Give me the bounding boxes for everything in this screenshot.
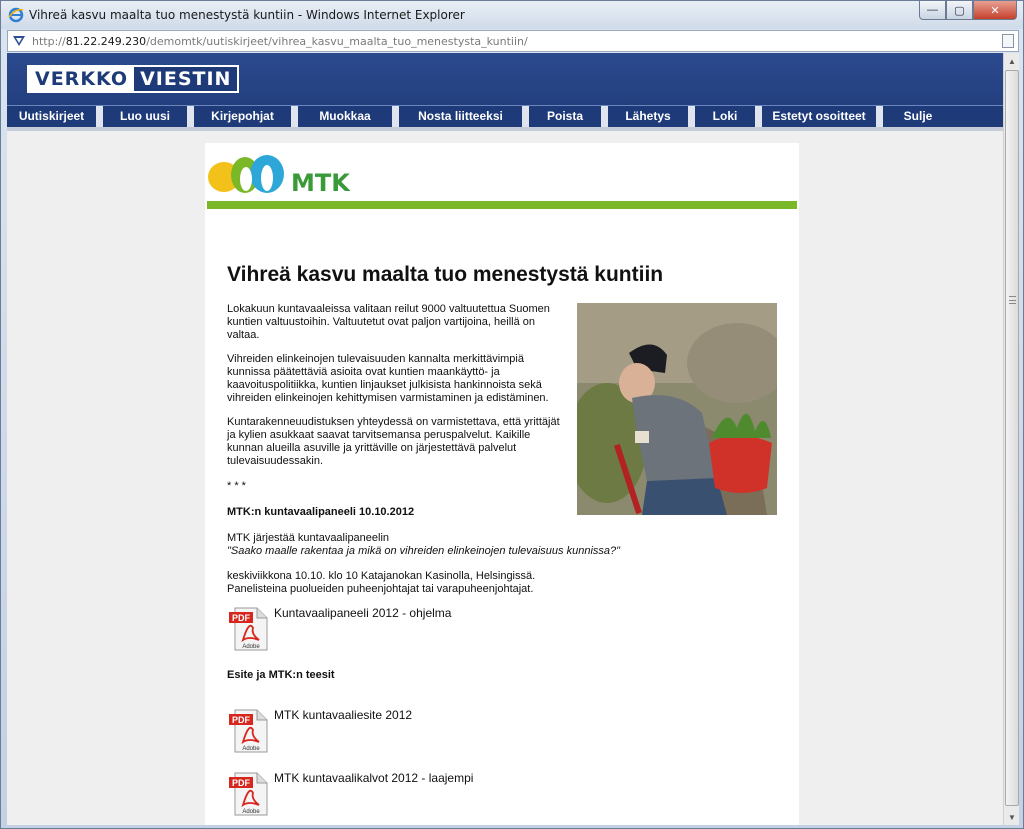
menu-muokkaa[interactable]: Muokkaa xyxy=(298,106,399,127)
menu-loki[interactable]: Loki xyxy=(695,106,762,127)
site-icon xyxy=(13,36,25,46)
window-controls: — ▢ ✕ xyxy=(919,1,1017,21)
svg-text:Adobe: Adobe xyxy=(242,746,260,752)
page-viewport: VERKKO VIESTIN Uutiskirjeet Luo uusi Kir… xyxy=(7,53,1003,825)
scroll-grip-icon xyxy=(1009,296,1016,304)
newsletter-headline: Vihreä kasvu maalta tuo menestystä kunti… xyxy=(227,263,664,286)
maximize-icon: ▢ xyxy=(954,4,965,17)
article-intro: Lokakuun kuntavaaleissa valitaan reilut … xyxy=(227,303,563,342)
menu-uutiskirjeet[interactable]: Uutiskirjeet xyxy=(7,106,103,127)
article-body-2: Vihreiden elinkeinojen tulevaisuuden kan… xyxy=(227,353,563,405)
vertical-scrollbar[interactable]: ▲ ▼ xyxy=(1003,53,1019,825)
panel-intro: MTK järjestää kuntavaalipaneelin "Saako … xyxy=(227,532,647,558)
attachment-label[interactable]: MTK kuntavaaliesite 2012 xyxy=(274,708,412,722)
panel-heading: MTK:n kuntavaalipaneeli 10.10.2012 xyxy=(227,506,415,518)
menu-underline xyxy=(7,127,1003,131)
menu-kirjepohjat[interactable]: Kirjepohjat xyxy=(194,106,298,127)
scroll-down-arrow-icon[interactable]: ▼ xyxy=(1004,809,1020,825)
compatibility-view-icon[interactable] xyxy=(1002,34,1014,48)
article-body-3: Kuntarakenneuudistuksen yhteydessä on va… xyxy=(227,416,563,468)
svg-text:PDF: PDF xyxy=(232,778,251,788)
pdf-icon: PDF Adobe xyxy=(229,709,268,753)
menu-estetyt-osoitteet[interactable]: Estetyt osoitteet xyxy=(762,106,883,127)
main-menu: Uutiskirjeet Luo uusi Kirjepohjat Muokka… xyxy=(7,105,1003,127)
panel-time: keskiviikkona 10.10. klo 10 Katajanokan … xyxy=(227,570,536,582)
green-divider xyxy=(207,201,797,209)
url-text[interactable]: http://81.22.249.230/demomtk/uutiskirjee… xyxy=(32,35,528,48)
window-title: Vihreä kasvu maalta tuo menestystä kunti… xyxy=(29,8,465,22)
close-button[interactable]: ✕ xyxy=(973,1,1017,20)
app-header: VERKKO VIESTIN xyxy=(7,53,1003,105)
panel-panelists: Panelisteina puolueiden puheenjohtajat t… xyxy=(227,583,534,595)
mtk-logo: MTK xyxy=(207,153,357,199)
menu-sulje[interactable]: Sulje xyxy=(883,106,953,127)
forest-worker-photo xyxy=(577,303,777,515)
scroll-thumb[interactable] xyxy=(1005,70,1019,806)
paragraph-1: Lokakuun kuntavaaleissa valitaan reilut … xyxy=(227,303,550,341)
close-icon: ✕ xyxy=(990,4,1000,17)
menu-luo-uusi[interactable]: Luo uusi xyxy=(103,106,194,127)
minimize-icon: — xyxy=(927,4,938,16)
separator-text: * * * xyxy=(227,480,246,492)
minimize-button[interactable]: — xyxy=(919,1,946,20)
svg-text:Adobe: Adobe xyxy=(242,809,260,815)
verkkoviestin-logo: VERKKO VIESTIN xyxy=(27,65,240,93)
menu-lahetys[interactable]: Lähetys xyxy=(608,106,695,127)
esite-heading: Esite ja MTK:n teesit xyxy=(227,669,335,681)
panel-quote: "Saako maalle rakentaa ja mikä on vihrei… xyxy=(227,545,621,557)
title-bar: Vihreä kasvu maalta tuo menestystä kunti… xyxy=(1,1,1023,29)
browser-window: Vihreä kasvu maalta tuo menestystä kunti… xyxy=(0,0,1024,829)
svg-text:PDF: PDF xyxy=(232,613,251,623)
pdf-icon: PDF Adobe xyxy=(229,607,268,651)
attachment-label[interactable]: Kuntavaalipaneeli 2012 - ohjelma xyxy=(274,606,451,620)
menu-poista[interactable]: Poista xyxy=(529,106,608,127)
attachment-label[interactable]: MTK kuntavaalikalvot 2012 - laajempi xyxy=(274,771,473,785)
internet-explorer-icon xyxy=(8,7,24,23)
paragraph-3: Kuntarakenneuudistuksen yhteydessä on va… xyxy=(227,416,560,467)
svg-text:PDF: PDF xyxy=(232,715,251,725)
paragraph-2: Vihreiden elinkeinojen tulevaisuuden kan… xyxy=(227,353,549,404)
scroll-up-arrow-icon[interactable]: ▲ xyxy=(1004,53,1020,69)
address-bar[interactable]: http://81.22.249.230/demomtk/uutiskirjee… xyxy=(7,30,1019,52)
maximize-button[interactable]: ▢ xyxy=(946,1,973,20)
svg-text:Adobe: Adobe xyxy=(242,644,260,650)
newsletter-preview: MTK Vihreä kasvu maalta tuo menestystä k… xyxy=(205,143,799,825)
mtk-brand-text: MTK xyxy=(291,169,350,197)
pdf-icon: PDF Adobe xyxy=(229,772,268,816)
menu-nosta-liitteeksi[interactable]: Nosta liitteeksi xyxy=(399,106,529,127)
panel-details: keskiviikkona 10.10. klo 10 Katajanokan … xyxy=(227,570,647,596)
